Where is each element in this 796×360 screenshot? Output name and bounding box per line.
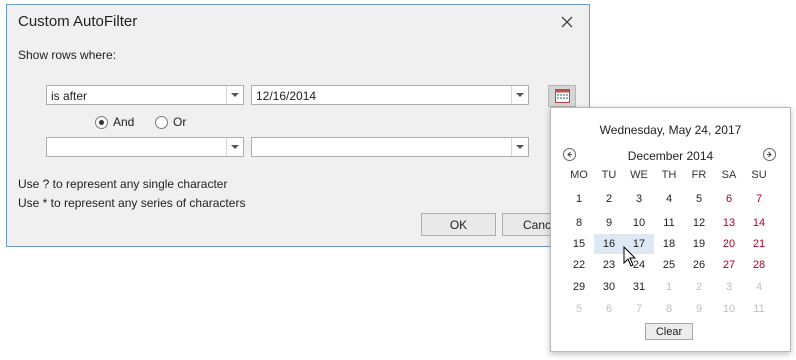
and-label: And xyxy=(113,115,135,129)
weekday-header: TU xyxy=(601,169,617,181)
calendar-day[interactable]: 6 xyxy=(594,299,624,319)
calendar-day[interactable]: 18 xyxy=(654,234,684,254)
or-radio[interactable]: Or xyxy=(155,114,186,130)
chevron-down-icon[interactable] xyxy=(511,86,528,104)
calendar-day[interactable]: 1 xyxy=(564,189,594,209)
calendar-day[interactable]: 25 xyxy=(654,255,684,275)
weekday-header: TH xyxy=(661,169,677,181)
mouse-pointer-icon xyxy=(623,246,637,267)
calendar-day[interactable]: 5 xyxy=(684,189,714,209)
calendar-icon xyxy=(555,89,570,103)
weekday-header: SU xyxy=(751,169,767,181)
ok-button[interactable]: OK xyxy=(421,213,496,236)
calendar-day[interactable]: 8 xyxy=(654,299,684,319)
calendar-day[interactable]: 14 xyxy=(744,213,774,233)
value1-combo[interactable]: 12/16/2014 xyxy=(251,85,529,105)
chevron-down-icon[interactable] xyxy=(511,138,528,156)
chevron-down-icon[interactable] xyxy=(226,138,243,156)
calendar-day[interactable]: 2 xyxy=(684,277,714,297)
next-month-button[interactable] xyxy=(763,148,776,161)
calendar-day[interactable]: 20 xyxy=(714,234,744,254)
calendar-day[interactable]: 31 xyxy=(624,277,654,297)
calendar-day[interactable]: 23 xyxy=(594,255,624,275)
calendar-day[interactable]: 11 xyxy=(654,213,684,233)
operator1-value: is after xyxy=(51,89,88,103)
month-year-label[interactable]: December 2014 xyxy=(551,149,790,163)
calendar-day[interactable]: 3 xyxy=(714,277,744,297)
chevron-down-icon[interactable] xyxy=(226,86,243,104)
calendar-day[interactable]: 2 xyxy=(594,189,624,209)
weekday-header: MO xyxy=(570,169,588,181)
hint-single-char: Use ? to represent any single character xyxy=(18,177,228,191)
calendar-day[interactable]: 29 xyxy=(564,277,594,297)
calendar-day[interactable]: 9 xyxy=(594,213,624,233)
radio-unchecked-icon xyxy=(155,115,168,129)
operator2-combo[interactable] xyxy=(46,137,244,157)
calendar-day[interactable]: 26 xyxy=(684,255,714,275)
weekday-header: SA xyxy=(721,169,737,181)
hint-series-chars: Use * to represent any series of charact… xyxy=(18,196,246,210)
calendar-popup: Wednesday, May 24, 2017 December 2014 MO… xyxy=(550,107,791,352)
calendar-day[interactable]: 28 xyxy=(744,255,774,275)
calendar-day[interactable]: 3 xyxy=(624,189,654,209)
value2-combo[interactable] xyxy=(251,137,529,157)
calendar-day[interactable]: 4 xyxy=(654,189,684,209)
chevron-right-icon xyxy=(767,151,772,158)
calendar-button[interactable] xyxy=(548,85,576,107)
close-icon xyxy=(561,16,573,28)
show-rows-label: Show rows where: xyxy=(18,48,117,62)
calendar-day[interactable]: 21 xyxy=(744,234,774,254)
calendar-day[interactable]: 1 xyxy=(654,277,684,297)
calendar-day[interactable]: 4 xyxy=(744,277,774,297)
calendar-day[interactable]: 15 xyxy=(564,234,594,254)
value1-value: 12/16/2014 xyxy=(256,89,317,103)
calendar-day[interactable]: 22 xyxy=(564,255,594,275)
calendar-day[interactable]: 27 xyxy=(714,255,744,275)
weekday-header: FR xyxy=(691,169,707,181)
weekday-header: WE xyxy=(630,169,648,181)
operator1-combo[interactable]: is after xyxy=(46,85,244,105)
calendar-day[interactable]: 7 xyxy=(624,299,654,319)
calendar-day[interactable]: 10 xyxy=(714,299,744,319)
custom-autofilter-dialog: Custom AutoFilter Show rows where: is af… xyxy=(6,4,590,247)
radio-checked-icon xyxy=(95,115,108,129)
dialog-title: Custom AutoFilter xyxy=(18,13,138,30)
close-button[interactable] xyxy=(555,10,581,36)
calendar-day[interactable]: 7 xyxy=(744,189,774,209)
calendar-day[interactable]: 30 xyxy=(594,277,624,297)
calendar-day[interactable]: 16 xyxy=(594,234,624,254)
calendar-day[interactable]: 12 xyxy=(684,213,714,233)
clear-button[interactable]: Clear xyxy=(645,323,693,340)
calendar-day[interactable]: 5 xyxy=(564,299,594,319)
calendar-day[interactable]: 10 xyxy=(624,213,654,233)
and-radio[interactable]: And xyxy=(95,114,134,130)
calendar-day[interactable]: 11 xyxy=(744,299,774,319)
calendar-day[interactable]: 13 xyxy=(714,213,744,233)
calendar-day[interactable]: 6 xyxy=(714,189,744,209)
calendar-day[interactable]: 19 xyxy=(684,234,714,254)
calendar-day[interactable]: 8 xyxy=(564,213,594,233)
today-date-label[interactable]: Wednesday, May 24, 2017 xyxy=(551,123,790,137)
calendar-day[interactable]: 9 xyxy=(684,299,714,319)
or-label: Or xyxy=(173,115,187,129)
